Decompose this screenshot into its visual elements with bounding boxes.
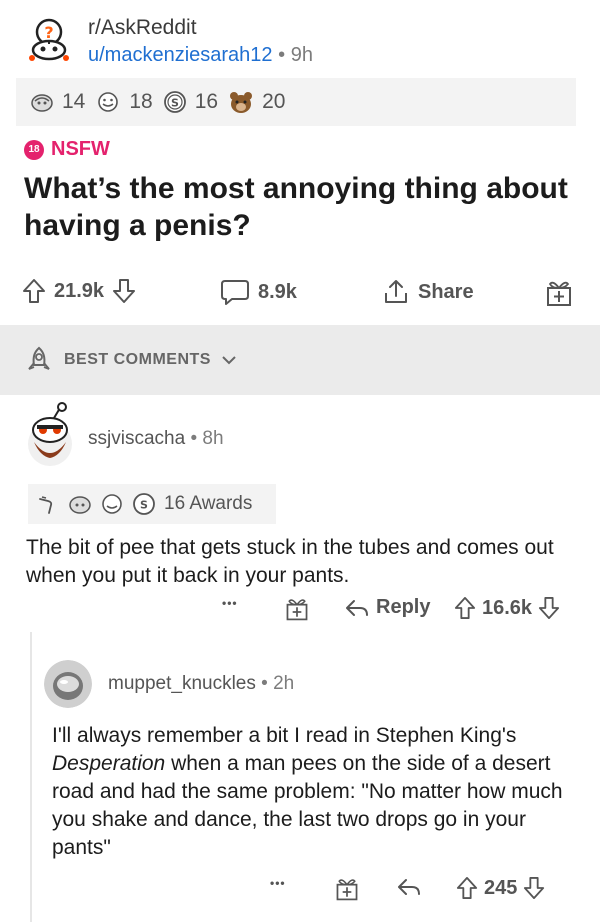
more-options-button[interactable]: ••• — [222, 596, 238, 610]
award-silver: 14 — [30, 90, 85, 114]
award-button[interactable] — [334, 876, 360, 902]
wholesome-award-icon — [98, 92, 119, 112]
comment-bubble-icon — [221, 280, 249, 305]
awards-count-label: 16 Awards — [164, 493, 253, 514]
downvote-icon[interactable] — [538, 596, 560, 620]
comment-age: 2h — [273, 673, 295, 694]
more-icon: ••• — [270, 876, 286, 890]
post-meta: u/mackenziesarah12 • 9h — [88, 44, 313, 67]
award-count: 18 — [129, 90, 153, 113]
reply-button[interactable] — [396, 876, 422, 898]
wholesome-award-icon — [102, 494, 122, 514]
silver-award-icon — [69, 496, 91, 514]
coin-award-icon: S — [163, 91, 186, 113]
nsfw-badge-icon: 18 — [24, 139, 44, 160]
award-count: 16 — [194, 90, 219, 113]
coin-award-icon: S — [133, 493, 155, 515]
award-wholesome: 18 — [95, 90, 153, 114]
post-actions: 21.9k 8.9k Share — [20, 272, 585, 316]
award-bear: 20 — [228, 90, 285, 114]
more-options-button[interactable]: ••• — [270, 876, 286, 890]
sort-label: BEST COMMENTS — [64, 351, 211, 368]
upvote-icon[interactable] — [454, 596, 476, 620]
post-author-link[interactable]: u/mackenziesarah12 — [88, 44, 273, 66]
award-button[interactable] — [544, 278, 574, 308]
post-awards-bar[interactable]: 14 18 S 16 20 — [16, 78, 576, 126]
comment-vote-group: 16.6k — [454, 596, 560, 620]
comment-author[interactable]: muppet_knuckles — [108, 673, 256, 694]
gift-award-icon — [547, 281, 571, 306]
gift-award-icon — [336, 879, 358, 901]
helmet-avatar-icon — [44, 660, 92, 708]
meta-separator: • — [261, 673, 268, 694]
comment-awards-bar[interactable]: S 16 Awards — [28, 484, 276, 524]
share-button[interactable]: Share — [382, 278, 474, 306]
meta-separator: • — [278, 44, 286, 66]
share-label: Share — [418, 280, 474, 303]
svg-text:?: ? — [44, 23, 53, 42]
comment-body-text: I'll always remember a bit I read in Ste… — [52, 724, 517, 747]
reply-arrow-icon — [398, 879, 420, 895]
bear-award-icon — [230, 92, 253, 113]
post-vote-group: 21.9k — [22, 278, 136, 304]
comment-meta: ssjviscacha • 8h — [88, 428, 224, 450]
comments-button[interactable]: 8.9k — [220, 278, 297, 306]
chevron-down-icon — [222, 356, 236, 365]
comment-author[interactable]: ssjviscacha — [88, 428, 185, 449]
gift-award-icon — [286, 599, 308, 621]
meta-separator: • — [190, 428, 198, 449]
reply-label: Reply — [376, 596, 431, 618]
comment-age: 8h — [202, 428, 224, 449]
pointing-hand-award-icon — [39, 496, 53, 514]
post-age: 9h — [290, 44, 313, 66]
post-header: ? r/AskReddit u/mackenziesarah12 • 9h — [22, 10, 582, 70]
award-count: 14 — [62, 90, 86, 113]
snoo-avatar-icon — [28, 402, 72, 466]
upvote-icon[interactable] — [22, 278, 46, 304]
award-count: 20 — [262, 90, 286, 113]
subreddit-avatar-icon[interactable]: ? — [22, 14, 76, 68]
comment-actions: ••• 245 — [0, 876, 600, 906]
silver-award-icon — [31, 94, 53, 112]
upvote-icon[interactable] — [456, 876, 478, 900]
post-score: 21.9k — [54, 279, 105, 302]
sort-dropdown[interactable]: BEST COMMENTS — [24, 345, 237, 375]
award-button[interactable] — [284, 596, 310, 622]
downvote-icon[interactable] — [523, 876, 545, 900]
comment-vote-group: 245 — [456, 876, 545, 900]
comment-score: 245 — [484, 876, 518, 899]
reply-arrow-icon — [346, 599, 368, 616]
svg-text:S: S — [171, 97, 179, 110]
award-coin: S 16 — [163, 90, 218, 114]
rocket-icon — [28, 346, 50, 370]
comment-meta: muppet_knuckles • 2h — [108, 673, 294, 695]
more-icon: ••• — [222, 596, 238, 610]
nsfw-tag: 18 NSFW — [24, 138, 110, 161]
svg-text:S: S — [140, 499, 148, 512]
comment-body: The bit of pee that gets stuck in the tu… — [26, 536, 554, 587]
comment-count: 8.9k — [258, 280, 297, 303]
comment-actions: ••• Reply 16.6k — [0, 596, 600, 626]
downvote-icon[interactable] — [112, 278, 136, 304]
comment-avatar[interactable] — [20, 402, 80, 468]
comment-body: I'll always remember a bit I read in Ste… — [52, 722, 582, 862]
post-title[interactable]: What’s the most annoying thing about hav… — [24, 170, 584, 244]
share-icon — [385, 280, 407, 303]
nsfw-label: NSFW — [51, 138, 110, 160]
subreddit-name[interactable]: r/AskReddit — [88, 16, 197, 40]
comment-score: 16.6k — [482, 596, 533, 619]
reply-button[interactable]: Reply — [344, 596, 430, 619]
comment-avatar[interactable] — [44, 660, 92, 708]
book-title: Desperation — [52, 752, 166, 775]
